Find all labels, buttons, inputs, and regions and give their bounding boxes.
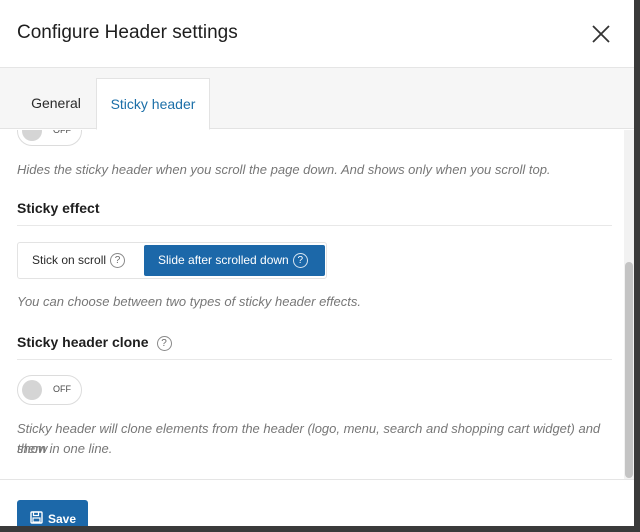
divider	[17, 359, 612, 360]
close-icon	[592, 25, 610, 43]
dialog-footer: Save	[0, 479, 634, 526]
sticky-effect-description: You can choose between two types of stic…	[17, 294, 361, 309]
floppy-disk-icon	[30, 511, 43, 524]
sticky-effect-title: Sticky effect	[17, 200, 100, 216]
tab-general[interactable]: General	[17, 78, 95, 129]
settings-content: OFF Hides the sticky header when you scr…	[0, 130, 624, 479]
sticky-clone-toggle[interactable]: OFF	[17, 375, 82, 405]
tab-bar: General Sticky header	[0, 68, 634, 130]
help-icon[interactable]: ?	[292, 253, 308, 268]
divider	[17, 225, 612, 226]
sticky-header-clone-title: Sticky header clone?	[17, 334, 172, 351]
option-stick-on-scroll[interactable]: Stick on scroll?	[32, 245, 126, 276]
option-slide-after-scrolled-down[interactable]: Slide after scrolled down?	[144, 245, 325, 276]
close-button[interactable]	[590, 23, 612, 45]
save-button[interactable]: Save	[17, 500, 88, 526]
dialog-title: Configure Header settings	[17, 22, 238, 43]
option-label: Slide after scrolled down	[158, 253, 289, 267]
help-icon[interactable]: ?	[110, 253, 126, 268]
dialog-header: Configure Header settings	[0, 0, 634, 68]
toggle-state-label: OFF	[53, 384, 71, 394]
scrollbar-thumb[interactable]	[625, 262, 633, 478]
toggle-knob	[22, 130, 42, 141]
toggle-knob	[22, 380, 42, 400]
hide-sticky-description: Hides the sticky header when you scroll …	[17, 162, 551, 177]
help-icon[interactable]: ?	[156, 336, 172, 351]
configure-header-dialog: Configure Header settings General Sticky…	[0, 0, 634, 526]
toggle-state-label: OFF	[53, 130, 71, 135]
section-title-text: Sticky header clone	[17, 334, 149, 350]
tab-sticky-header[interactable]: Sticky header	[96, 78, 210, 130]
sticky-effect-selector: Stick on scroll? Slide after scrolled do…	[17, 242, 327, 279]
save-label: Save	[48, 512, 77, 526]
hide-sticky-toggle[interactable]: OFF	[17, 130, 82, 146]
option-label: Stick on scroll	[32, 253, 107, 267]
sticky-clone-description-line2: them in one line.	[17, 441, 113, 456]
